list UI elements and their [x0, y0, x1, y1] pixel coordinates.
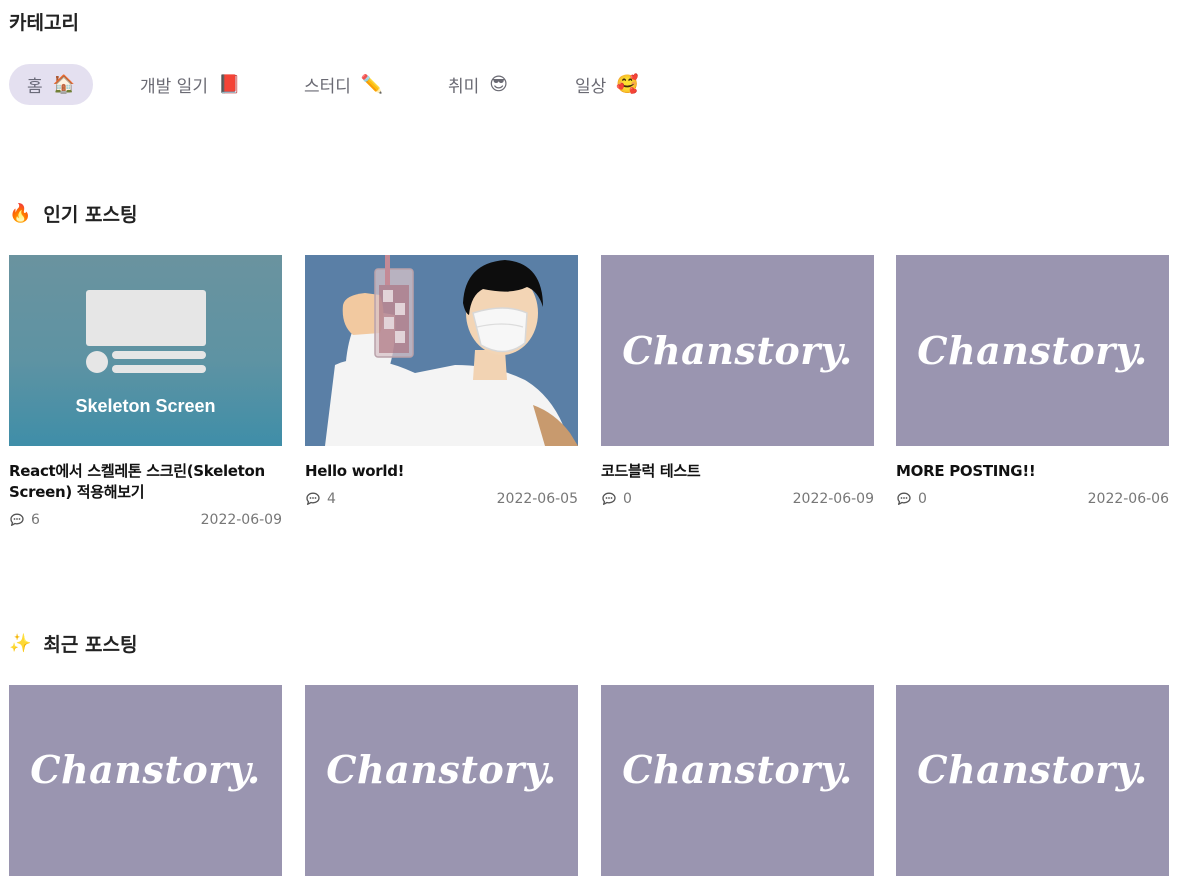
brand-logo-text: Chanstory. — [30, 747, 261, 792]
post-card[interactable]: Chanstory. — [9, 685, 282, 876]
post-title[interactable]: 코드블럭 테스트 — [601, 461, 874, 482]
post-thumbnail: Chanstory. — [896, 685, 1169, 876]
popular-posts-grid: Skeleton Screen React에서 스켈레톤 스크린(Skeleto… — [9, 255, 1169, 555]
post-thumbnail: Chanstory. — [601, 255, 874, 446]
popular-title: 인기 포스팅 — [43, 204, 138, 226]
pencil-icon: ✏️ — [360, 73, 384, 95]
post-card[interactable]: Chanstory. 코드블럭 테스트 0 2022-06-09 — [601, 255, 874, 507]
brand-logo-text: Chanstory. — [917, 328, 1148, 373]
red-book-icon: 📕 — [217, 73, 241, 95]
popular-section-heading: 🔥 인기 포스팅 — [9, 200, 137, 227]
comment-bubble-icon — [602, 492, 616, 505]
tab-study[interactable]: 스터디 ✏️ — [304, 64, 383, 105]
person-holding-drink-illustration — [305, 255, 578, 446]
post-date: 2022-06-09 — [792, 491, 874, 507]
post-card[interactable]: Chanstory. — [305, 685, 578, 876]
post-card[interactable]: Chanstory. MORE POSTING!! 0 2022-06-06 — [896, 255, 1169, 507]
post-meta: 0 2022-06-09 — [601, 491, 874, 507]
post-thumbnail: Chanstory. — [601, 685, 874, 876]
comment-count: 4 — [305, 491, 336, 507]
tab-daily[interactable]: 일상 🥰 — [575, 64, 639, 105]
recent-posts-grid: Chanstory. Chanstory. Chanstory. Chansto… — [9, 685, 1169, 876]
comment-count: 0 — [601, 491, 632, 507]
tab-home[interactable]: 홈 🏠 — [9, 64, 94, 105]
comment-count: 0 — [896, 491, 927, 507]
tab-label: 홈 — [27, 77, 43, 97]
post-thumbnail: Chanstory. — [896, 255, 1169, 446]
post-meta: 6 2022-06-09 — [9, 512, 282, 528]
post-title[interactable]: React에서 스켈레톤 스크린(Skeleton Screen) 적용해보기 — [9, 461, 282, 503]
post-thumbnail: Skeleton Screen — [9, 255, 282, 446]
comment-bubble-icon — [897, 492, 911, 505]
post-meta: 0 2022-06-06 — [896, 491, 1169, 507]
tab-label: 개발 일기 — [140, 77, 208, 97]
post-title[interactable]: MORE POSTING!! — [896, 461, 1169, 482]
comment-count: 6 — [9, 512, 40, 528]
smiling-hearts-face-icon: 🥰 — [616, 73, 639, 95]
post-title[interactable]: Hello world! — [305, 461, 578, 482]
category-heading: 카테고리 — [9, 12, 79, 34]
thumbnail-text: Skeleton Screen — [75, 396, 215, 416]
tab-hobby[interactable]: 취미 😎 — [448, 64, 508, 105]
tab-label: 취미 — [448, 77, 480, 97]
recent-title: 최근 포스팅 — [43, 634, 138, 656]
house-icon: 🏠 — [52, 73, 76, 95]
blog-home: 카테고리 홈 🏠 개발 일기 📕 스터디 ✏️ 취미 😎 일상 🥰 🔥 인기 포… — [0, 0, 1185, 876]
brand-logo-text: Chanstory. — [917, 747, 1148, 792]
post-card[interactable]: Chanstory. — [896, 685, 1169, 876]
comment-bubble-icon — [306, 492, 320, 505]
post-card[interactable]: Hello world! 4 2022-06-05 — [305, 255, 578, 507]
post-date: 2022-06-06 — [1087, 491, 1169, 507]
post-card[interactable]: Chanstory. — [601, 685, 874, 876]
brand-logo-text: Chanstory. — [622, 328, 853, 373]
post-thumbnail: Chanstory. — [9, 685, 282, 876]
fire-icon: 🔥 — [9, 203, 32, 224]
post-thumbnail — [305, 255, 578, 446]
recent-section-heading: ✨ 최근 포스팅 — [9, 630, 137, 657]
post-card[interactable]: Skeleton Screen React에서 스켈레톤 스크린(Skeleto… — [9, 255, 282, 528]
tab-dev-diary[interactable]: 개발 일기 📕 — [140, 64, 240, 105]
post-date: 2022-06-05 — [496, 491, 578, 507]
sunglasses-face-icon: 😎 — [489, 73, 509, 95]
brand-logo-text: Chanstory. — [622, 747, 853, 792]
post-meta: 4 2022-06-05 — [305, 491, 578, 507]
comment-bubble-icon — [10, 513, 24, 526]
sparkles-icon: ✨ — [9, 633, 32, 654]
post-date: 2022-06-09 — [200, 512, 282, 528]
tab-label: 일상 — [575, 77, 607, 97]
post-thumbnail: Chanstory. — [305, 685, 578, 876]
tab-label: 스터디 — [304, 77, 351, 97]
skeleton-screen-thumbnail: Skeleton Screen — [9, 255, 282, 446]
brand-logo-text: Chanstory. — [326, 747, 557, 792]
